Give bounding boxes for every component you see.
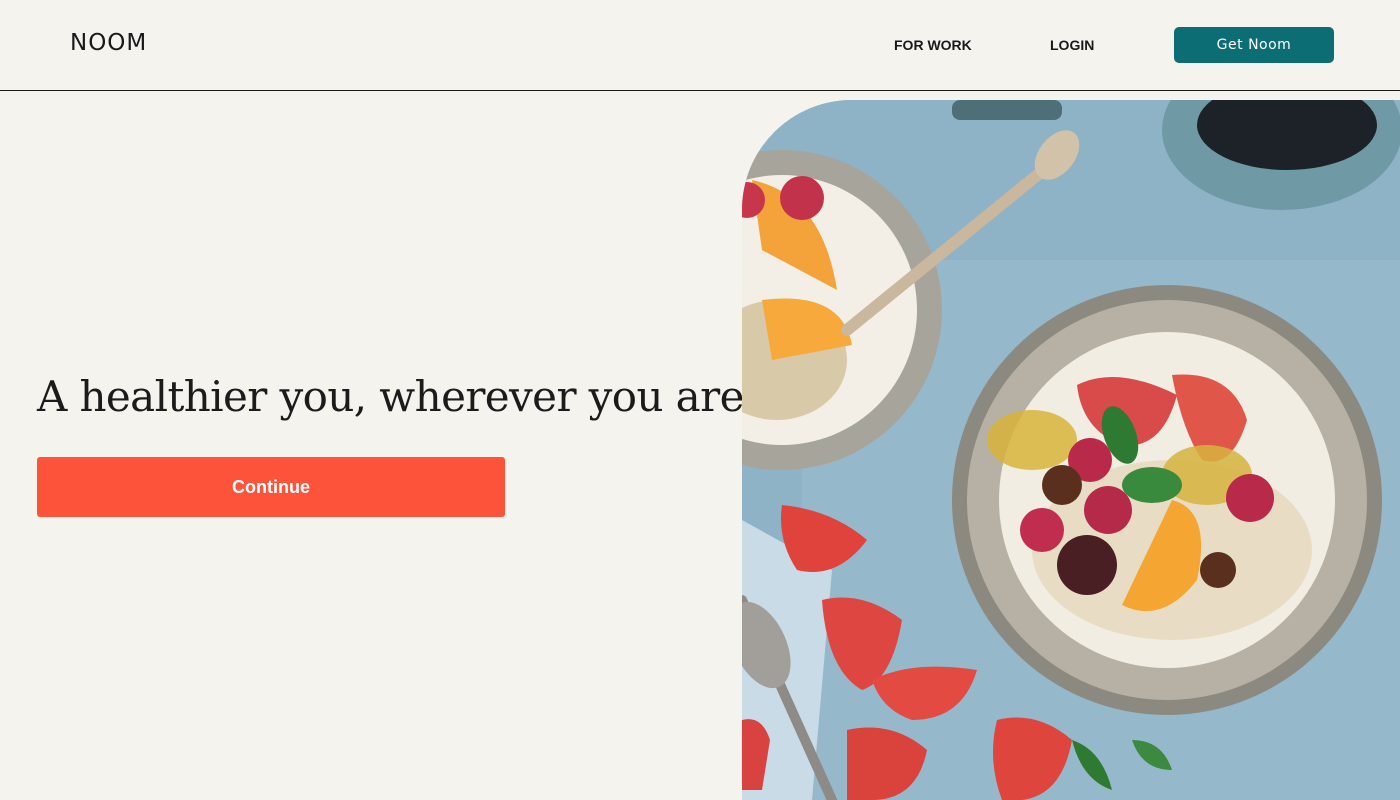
- breakfast-bowl-illustration: [742, 100, 1400, 800]
- nav-link-login[interactable]: LOGIN: [1050, 37, 1094, 53]
- hero-food-image: [742, 100, 1400, 800]
- hero-headline: A healthier you, wherever you are.: [37, 372, 757, 421]
- continue-button[interactable]: Continue: [37, 457, 505, 517]
- nav-link-for-work[interactable]: FOR WORK: [894, 37, 972, 53]
- page: NOOM FOR WORK LOGIN Get Noom A healthier…: [0, 0, 1400, 800]
- top-navigation-bar: NOOM FOR WORK LOGIN Get Noom: [0, 0, 1400, 91]
- noom-logo[interactable]: NOOM: [70, 30, 147, 56]
- get-noom-button[interactable]: Get Noom: [1174, 27, 1334, 63]
